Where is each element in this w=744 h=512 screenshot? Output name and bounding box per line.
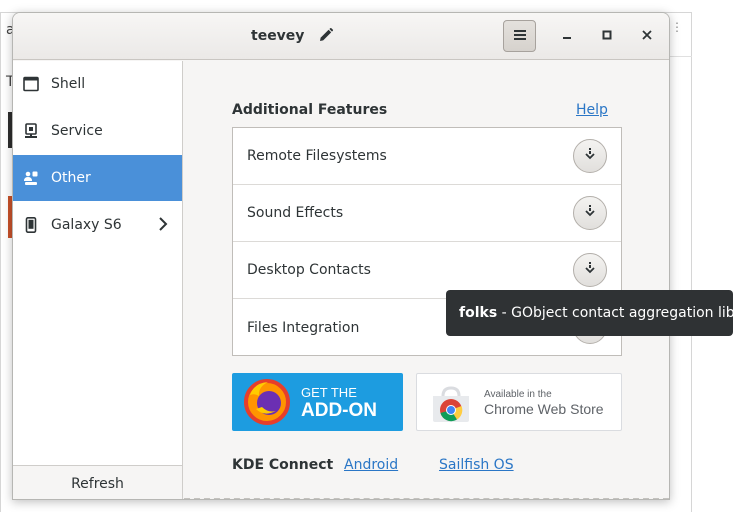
- service-icon: [23, 123, 39, 139]
- tooltip-package-name: folks: [459, 305, 498, 321]
- refresh-button[interactable]: Refresh: [13, 465, 182, 499]
- download-icon: [584, 205, 596, 221]
- chrome-badge-line1: Available in the: [484, 389, 552, 400]
- hamburger-menu-button[interactable]: [503, 20, 536, 52]
- minimize-button[interactable]: [556, 25, 578, 47]
- feature-label: Remote Filesystems: [247, 148, 387, 164]
- firefox-badge-line2: ADD-ON: [301, 400, 377, 421]
- minimize-icon: [562, 29, 572, 44]
- feature-label: Sound Effects: [247, 205, 344, 221]
- sidebar-item-service[interactable]: Service: [13, 108, 182, 154]
- firefox-badge-line1: GET THE: [301, 385, 357, 400]
- gsconnect-preferences-window: teevey Shell Service Other Galaxy S6 Ref…: [12, 12, 670, 500]
- sidebar-item-label: Galaxy S6: [51, 217, 122, 233]
- download-icon: [584, 262, 596, 278]
- android-link[interactable]: Android: [344, 457, 398, 473]
- hamburger-menu-icon: [513, 29, 526, 44]
- main-content: Additional Features Help Remote Filesyst…: [184, 61, 669, 499]
- sidebar: Shell Service Other Galaxy S6 Refresh: [13, 61, 183, 499]
- pencil-icon[interactable]: [318, 27, 334, 43]
- install-button[interactable]: [573, 196, 607, 230]
- section-title: Additional Features: [232, 102, 388, 118]
- chrome-web-store-logo-icon: [431, 384, 471, 424]
- chrome-badge-line2: Chrome Web Store: [484, 401, 604, 417]
- list-item: Sound Effects: [233, 185, 621, 242]
- sidebar-item-label: Other: [51, 170, 91, 186]
- background-more-icon: ⋮: [671, 20, 683, 34]
- sidebar-item-shell[interactable]: Shell: [13, 61, 182, 107]
- close-button[interactable]: [636, 25, 658, 47]
- terminal-window-icon: [23, 76, 39, 92]
- window-title: teevey: [251, 28, 305, 44]
- feature-label: Desktop Contacts: [247, 262, 371, 278]
- kde-connect-label: KDE Connect: [232, 457, 334, 473]
- other-plugins-icon: [23, 170, 39, 186]
- feature-label: Files Integration: [247, 319, 360, 336]
- tooltip-description: - GObject contact aggregation library: [497, 305, 744, 321]
- header-bar: teevey: [13, 13, 669, 60]
- list-item: Remote Filesystems: [233, 128, 621, 185]
- install-button[interactable]: [573, 253, 607, 287]
- install-button[interactable]: [573, 139, 607, 173]
- chrome-web-store-badge[interactable]: Available in the Chrome Web Store: [416, 373, 622, 431]
- download-icon: [584, 148, 596, 164]
- firefox-logo-icon: [244, 379, 290, 425]
- chevron-right-icon: [158, 217, 168, 231]
- sidebar-item-label: Shell: [51, 76, 86, 92]
- sailfish-os-link[interactable]: Sailfish OS: [439, 457, 514, 473]
- sidebar-item-galaxy-s6[interactable]: Galaxy S6: [13, 202, 182, 248]
- maximize-button[interactable]: [596, 25, 618, 47]
- sidebar-item-label: Service: [51, 123, 103, 139]
- tooltip: folks - GObject contact aggregation libr…: [446, 290, 744, 336]
- maximize-icon: [602, 29, 612, 44]
- firefox-addon-badge[interactable]: GET THE ADD-ON: [232, 373, 403, 431]
- help-link[interactable]: Help: [576, 102, 608, 118]
- close-icon: [642, 29, 652, 44]
- scroll-edge-indicator: [184, 498, 669, 499]
- sidebar-item-other[interactable]: Other: [13, 155, 182, 201]
- phone-icon: [23, 217, 39, 233]
